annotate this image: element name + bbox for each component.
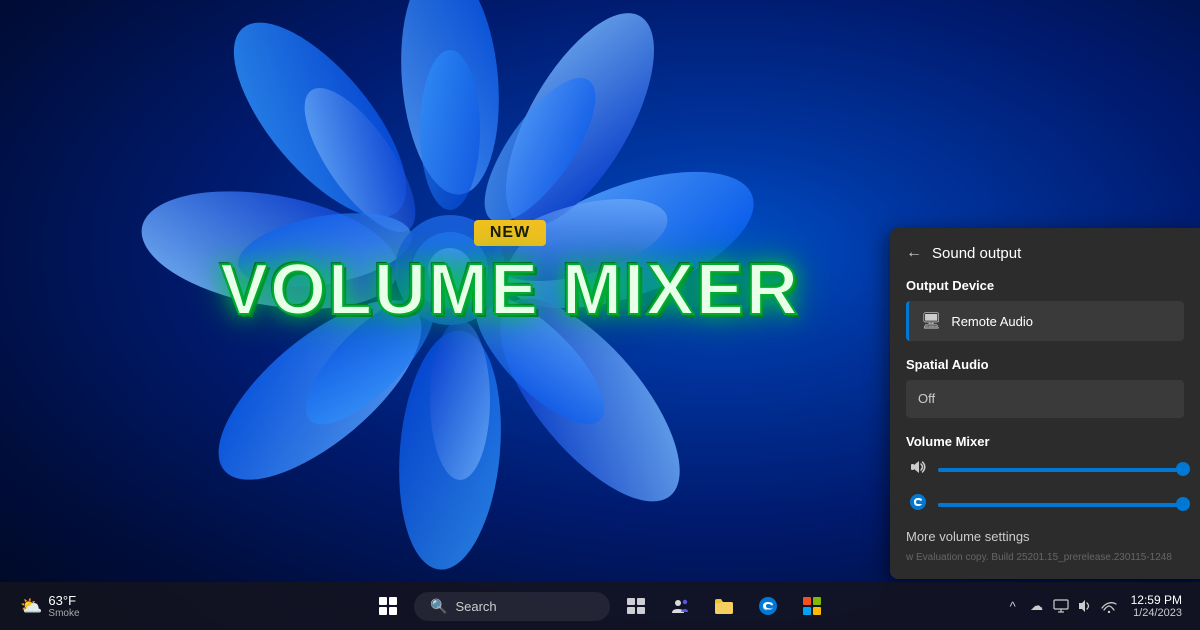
tray-display[interactable] xyxy=(1051,596,1071,616)
taskview-button[interactable] xyxy=(618,588,654,624)
overlay-content: NEW VOLUME MIXER xyxy=(220,220,800,326)
teams-button[interactable] xyxy=(662,588,698,624)
back-button[interactable]: ← xyxy=(906,244,922,262)
tray-chevron[interactable]: ^ xyxy=(1003,596,1023,616)
tray-volume[interactable] xyxy=(1075,596,1095,616)
volume-mixer-label: Volume Mixer xyxy=(906,434,1184,449)
edge-volume-row xyxy=(906,492,1184,517)
start-button[interactable] xyxy=(370,588,406,624)
store-button[interactable] xyxy=(794,588,830,624)
edge-volume-slider[interactable] xyxy=(938,503,1184,507)
device-name: Remote Audio xyxy=(951,314,1033,329)
taskbar: ⛅ 63°F Smoke 🔍 Search xyxy=(0,582,1200,630)
taskbar-right: ^ ☁ xyxy=(988,589,1188,623)
clock-widget[interactable]: 12:59 PM 1/24/2023 xyxy=(1125,589,1188,623)
sound-panel: ← Sound output Output Device 🖥 Remote Au… xyxy=(890,228,1200,579)
tray-cloud[interactable]: ☁ xyxy=(1027,596,1047,616)
spatial-audio-value: Off xyxy=(918,391,935,406)
edge-icon xyxy=(906,492,930,517)
search-bar[interactable]: 🔍 Search xyxy=(414,592,610,621)
panel-header: ← Sound output xyxy=(906,244,1184,262)
panel-title: Sound output xyxy=(932,245,1021,262)
volume-mixer-title: VOLUME MIXER xyxy=(220,254,800,326)
explorer-button[interactable] xyxy=(706,588,742,624)
desktop: NEW VOLUME MIXER ← Sound output Output D… xyxy=(0,0,1200,630)
weather-condition: Smoke xyxy=(48,608,79,619)
spatial-audio-row[interactable]: Off xyxy=(906,380,1184,418)
taskbar-left: ⛅ 63°F Smoke xyxy=(12,589,132,623)
spatial-audio-label: Spatial Audio xyxy=(906,357,1184,372)
system-volume-slider[interactable] xyxy=(938,468,1184,472)
device-icon: 🖥 xyxy=(921,311,941,331)
weather-widget[interactable]: ⛅ 63°F Smoke xyxy=(12,589,88,623)
new-badge: NEW xyxy=(474,220,546,246)
edge-taskbar-button[interactable] xyxy=(750,588,786,624)
volume-icon xyxy=(906,457,930,482)
more-volume-settings[interactable]: More volume settings xyxy=(906,529,1184,544)
taskbar-center: 🔍 Search xyxy=(370,588,830,624)
system-tray: ^ ☁ xyxy=(1003,596,1119,616)
search-icon: 🔍 xyxy=(430,598,447,615)
weather-info: 63°F Smoke xyxy=(48,593,79,619)
search-text: Search xyxy=(455,599,496,614)
weather-temp: 63°F xyxy=(48,593,79,608)
volume-mixer-section xyxy=(906,457,1184,517)
system-volume-row xyxy=(906,457,1184,482)
clock-time: 12:59 PM xyxy=(1131,593,1182,607)
watermark-text: w Evaluation copy. Build 25201.15_prerel… xyxy=(906,552,1184,563)
output-device-label: Output Device xyxy=(906,278,1184,293)
output-device-row[interactable]: 🖥 Remote Audio xyxy=(906,301,1184,341)
tray-network[interactable] xyxy=(1099,596,1119,616)
clock-date: 1/24/2023 xyxy=(1133,607,1182,619)
weather-icon: ⛅ xyxy=(20,596,42,617)
